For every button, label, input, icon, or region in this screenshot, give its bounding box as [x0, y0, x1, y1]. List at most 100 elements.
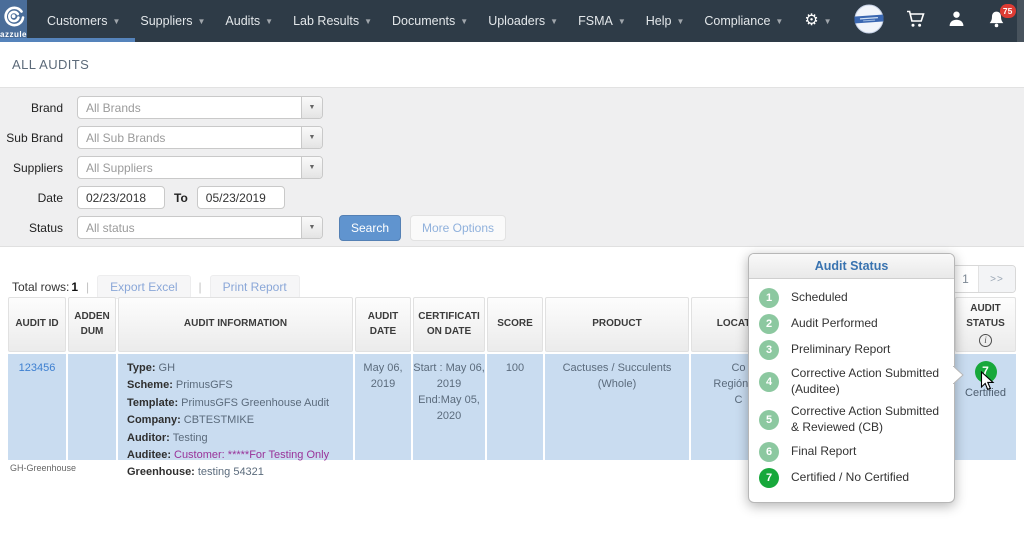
chevron-down-icon: ▼ [550, 17, 558, 26]
chevron-down-icon: ▼ [460, 17, 468, 26]
brand-label: Brand [0, 101, 63, 115]
main-menu: Customers▼ Suppliers▼ Audits▼ Lab Result… [37, 0, 793, 42]
filter-panel: Brand All Brands ▼ Sub Brand All Sub Bra… [0, 88, 1024, 247]
chevron-down-icon: ▼ [265, 17, 273, 26]
suppliers-label: Suppliers [0, 161, 63, 175]
date-to-label: To [174, 191, 188, 205]
step-6-badge: 6 [759, 442, 779, 462]
date-filter-row: Date 02/23/2018 To 05/23/2019 [0, 186, 1024, 209]
header-audit-status: AUDIT STATUS i [955, 297, 1016, 352]
step-5-badge: 5 [759, 410, 779, 430]
audit-id-link[interactable]: 123456 [19, 361, 56, 377]
chevron-down-icon[interactable]: ▼ [301, 127, 322, 148]
step-4-badge: 4 [759, 372, 779, 392]
type-legend-footnote: GH-Greenhouse [10, 463, 76, 473]
cell-addendum [68, 354, 116, 460]
cell-audit-information: Type:GH Scheme:PrimusGFS Template:Primus… [118, 354, 353, 460]
page-header: ALL AUDITS [0, 42, 1024, 88]
gear-icon: ⚙ [804, 13, 818, 29]
brand-select[interactable]: All Brands ▼ [77, 96, 323, 119]
cart-button[interactable] [895, 0, 937, 42]
status-label: Status [0, 221, 63, 235]
more-options-button[interactable]: More Options [410, 215, 506, 241]
nav-lab-results[interactable]: Lab Results▼ [283, 0, 382, 42]
print-report-button[interactable]: Print Report [210, 275, 300, 299]
sub-brand-select[interactable]: All Sub Brands ▼ [77, 126, 323, 149]
person-icon [948, 10, 965, 32]
chevron-down-icon[interactable]: ▼ [301, 97, 322, 118]
logout-button[interactable] [1017, 0, 1024, 42]
suppliers-filter-row: Suppliers All Suppliers ▼ [0, 156, 1024, 179]
divider: | [86, 280, 89, 294]
step-3-badge: 3 [759, 340, 779, 360]
cell-audit-date: May 06, 2019 [355, 354, 411, 460]
notifications-button[interactable]: 75 [976, 0, 1017, 42]
next-page-button[interactable]: >> [979, 266, 1015, 292]
certification-seal-avatar[interactable] [843, 0, 895, 42]
chevron-down-icon: ▼ [824, 17, 832, 26]
status-step-3: 3 Preliminary Report [759, 337, 944, 363]
status-step-1: 1 Scheduled [759, 285, 944, 311]
top-navbar: azzule Customers▼ Suppliers▼ Audits▼ Lab… [0, 0, 1024, 42]
results-toolbar: Total rows: 1 | Export Excel | Print Rep… [12, 275, 300, 299]
nav-uploaders[interactable]: Uploaders▼ [478, 0, 568, 42]
settings-menu[interactable]: ⚙ ▼ [793, 0, 842, 42]
export-excel-button[interactable]: Export Excel [97, 275, 190, 299]
app-screen: azzule Customers▼ Suppliers▼ Audits▼ Lab… [0, 0, 1024, 556]
navbar-icon-cluster: ⚙ ▼ [793, 0, 1024, 42]
status-step-2: 2 Audit Performed [759, 311, 944, 337]
date-from-input[interactable]: 02/23/2018 [77, 186, 165, 209]
step-2-badge: 2 [759, 314, 779, 334]
azzule-logo[interactable]: azzule [0, 0, 27, 42]
profile-button[interactable] [937, 0, 976, 42]
info-icon[interactable]: i [979, 334, 992, 347]
seal-badge-icon [854, 4, 884, 39]
notification-count-badge: 75 [1000, 4, 1016, 18]
popup-callout-arrow [953, 366, 964, 384]
status-step-4: 4 Corrective Action Submitted (Auditee) [759, 363, 944, 401]
date-to-input[interactable]: 05/23/2019 [197, 186, 285, 209]
cell-product: Cactuses / Succulents (Whole) [545, 354, 689, 460]
pagination: 1 >> [952, 265, 1016, 293]
step-7-badge: 7 [759, 468, 779, 488]
header-audit-information: AUDIT INFORMATION [118, 297, 353, 352]
page-title: ALL AUDITS [12, 57, 89, 72]
sub-brand-filter-row: Sub Brand All Sub Brands ▼ [0, 126, 1024, 149]
date-label: Date [0, 191, 63, 205]
nav-customers[interactable]: Customers▼ [37, 0, 130, 42]
status-step-7: 7 Certified / No Certified [759, 465, 944, 491]
chevron-down-icon: ▼ [618, 17, 626, 26]
nav-compliance[interactable]: Compliance▼ [694, 0, 793, 42]
nav-fsma[interactable]: FSMA▼ [568, 0, 636, 42]
nav-suppliers[interactable]: Suppliers▼ [130, 0, 215, 42]
sub-brand-label: Sub Brand [0, 131, 63, 145]
nav-documents[interactable]: Documents▼ [382, 0, 478, 42]
page-1-button[interactable]: 1 [953, 266, 979, 292]
chevron-down-icon[interactable]: ▼ [301, 157, 322, 178]
nav-audits[interactable]: Audits▼ [215, 0, 283, 42]
brand-filter-row: Brand All Brands ▼ [0, 96, 1024, 119]
cart-icon [906, 10, 926, 33]
divider: | [199, 280, 202, 294]
audit-status-popup: Audit Status 1 Scheduled 2 Audit Perform… [748, 253, 955, 503]
nav-help[interactable]: Help▼ [636, 0, 695, 42]
total-rows-value: 1 [71, 280, 78, 294]
step-1-badge: 1 [759, 288, 779, 308]
popup-body: 1 Scheduled 2 Audit Performed 3 Prelimin… [749, 279, 954, 499]
header-score: SCORE [487, 297, 543, 352]
mouse-cursor [980, 371, 995, 392]
status-select[interactable]: All status ▼ [77, 216, 323, 239]
status-step-5: 5 Corrective Action Submitted & Reviewed… [759, 401, 944, 439]
cell-score: 100 [487, 354, 543, 460]
suppliers-select[interactable]: All Suppliers ▼ [77, 156, 323, 179]
search-button[interactable]: Search [339, 215, 401, 241]
popup-title: Audit Status [749, 254, 954, 279]
chevron-down-icon[interactable]: ▼ [301, 217, 322, 238]
header-certification-date: CERTIFICATION DATE [413, 297, 485, 352]
chevron-down-icon: ▼ [676, 17, 684, 26]
cell-certification-date: Start : May 06, 2019 End:May 05, 2020 [413, 354, 485, 460]
cell-audit-status: 7 Certified [955, 354, 1016, 460]
azzule-logo-icon [2, 3, 26, 32]
header-addendum: ADDENDUM [68, 297, 116, 352]
chevron-down-icon: ▼ [775, 17, 783, 26]
